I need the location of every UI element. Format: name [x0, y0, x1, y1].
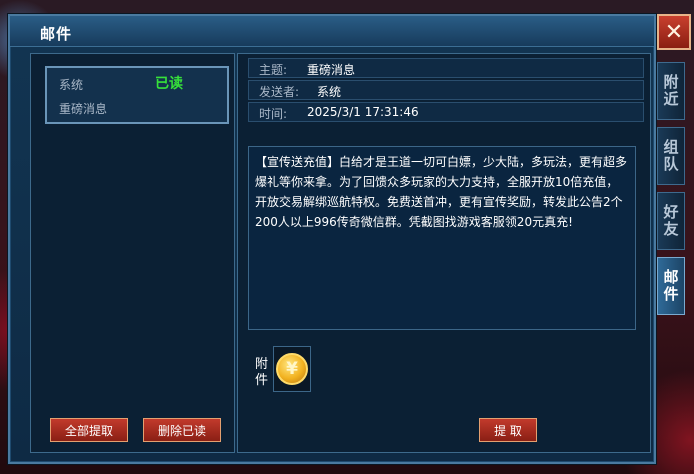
subject-value: 重磅消息	[307, 63, 356, 77]
delete-read-button[interactable]: 删除已读	[143, 418, 221, 442]
subject-row: 主题: 重磅消息	[248, 58, 644, 78]
mail-window: 邮件 系统 已读 重磅消息 全部提取 删除已读 主题: 重磅消息 发送者: 系统…	[8, 14, 656, 464]
close-button[interactable]: ✕	[657, 14, 691, 50]
tab-friends[interactable]: 好友	[657, 192, 685, 250]
mail-item-read-status: 已读	[155, 76, 183, 92]
sender-label: 发送者:	[259, 85, 300, 99]
gold-coin-icon: ¥	[276, 353, 308, 385]
time-row: 时间: 2025/3/1 17:31:46	[248, 102, 644, 122]
attachment-label: 附件	[255, 357, 269, 388]
tab-mail[interactable]: 邮件	[657, 257, 685, 315]
attachment-slot[interactable]: ¥	[273, 346, 311, 392]
collect-button[interactable]: 提 取	[479, 418, 537, 442]
time-value: 2025/3/1 17:31:46	[307, 105, 419, 119]
time-label: 时间:	[259, 107, 288, 121]
sender-value: 系统	[317, 85, 342, 99]
sender-row: 发送者: 系统	[248, 80, 644, 100]
window-titlebar: 邮件	[10, 16, 654, 47]
mail-list-item[interactable]: 系统 已读 重磅消息	[45, 66, 229, 124]
subject-label: 主题:	[259, 63, 288, 77]
window-title: 邮件	[40, 25, 73, 43]
mail-item-subject: 重磅消息	[59, 102, 108, 116]
side-tab-bar: 附近 组队 好友 邮件	[657, 62, 687, 322]
mail-item-sender: 系统	[59, 78, 84, 92]
tab-team[interactable]: 组队	[657, 127, 685, 185]
mail-detail-panel: 主题: 重磅消息 发送者: 系统 时间: 2025/3/1 17:31:46 【…	[237, 53, 651, 453]
tab-nearby[interactable]: 附近	[657, 62, 685, 120]
mail-list-panel: 系统 已读 重磅消息 全部提取 删除已读	[30, 53, 235, 453]
mail-body: 【宣传送充值】白给才是王道一切可白嫖，少大陆，多玩法，更有超多爆礼等你来拿。为了…	[248, 146, 636, 330]
collect-all-button[interactable]: 全部提取	[50, 418, 128, 442]
